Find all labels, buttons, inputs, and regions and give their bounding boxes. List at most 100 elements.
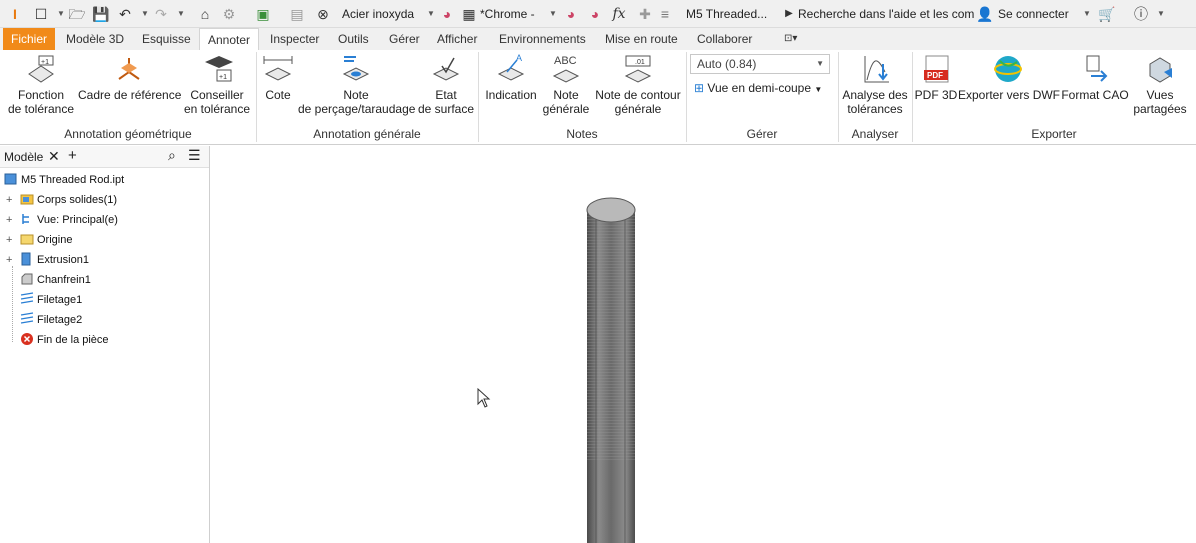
tolerance-analysis-icon — [864, 56, 889, 83]
surface-texture-button[interactable]: Etat de surface — [418, 50, 474, 116]
new-file-icon[interactable]: ☐ — [32, 5, 50, 23]
contour-note-button[interactable]: .01 Note de contour générale — [592, 50, 684, 116]
tree-node-vue-principal[interactable]: Vue: Principal(e) — [20, 211, 118, 229]
tab-esquisse[interactable]: Esquisse — [134, 28, 199, 50]
tab-mise-en-route[interactable]: Mise en route — [597, 28, 686, 50]
select-icon[interactable]: ▤ — [288, 5, 306, 23]
tab-outils[interactable]: Outils — [330, 28, 377, 50]
tab-inspecter[interactable]: Inspecter — [262, 28, 327, 50]
home-icon[interactable]: ⌂ — [196, 5, 214, 23]
threaded-rod-model[interactable] — [211, 146, 1196, 543]
general-note-button[interactable]: ABC Note générale — [542, 50, 590, 116]
color-wheel-icon[interactable]: ◕ — [438, 5, 456, 23]
undo-icon[interactable]: ↶ — [116, 5, 134, 23]
tolerance-analysis-button[interactable]: Analyse des tolérances — [842, 50, 908, 116]
expand-arrow-icon[interactable]: ▶ — [780, 5, 798, 23]
adjust-icon[interactable]: ◕ — [562, 5, 580, 23]
chevron-down-icon[interactable]: ▼ — [1152, 5, 1170, 23]
hole-note-button[interactable]: Note de perçage/taraudage — [298, 50, 415, 116]
ribbon-tabs: Fichier Modèle 3D Esquisse Annoter Inspe… — [0, 28, 1196, 51]
browser-tab-modele[interactable]: Modèle — [4, 150, 43, 164]
parameters-icon[interactable]: fx — [610, 5, 628, 23]
leader-text-button[interactable]: A Indication — [482, 50, 540, 102]
cart-icon[interactable]: 🛒 — [1098, 5, 1116, 23]
close-icon[interactable]: ✕ — [48, 148, 60, 165]
clear-icon[interactable]: ◕ — [586, 5, 604, 23]
help-icon[interactable]: ⓘ — [1132, 5, 1150, 23]
cad-format-icon — [1086, 55, 1108, 82]
plus-icon[interactable]: ✚ — [636, 5, 654, 23]
tab-collaborer[interactable]: Collaborer — [689, 28, 760, 50]
tab-gerer[interactable]: Gérer — [381, 28, 428, 50]
tree-node-extrusion1[interactable]: Extrusion1 — [20, 251, 89, 269]
datum-frame-button[interactable]: Cadre de référence — [78, 50, 181, 102]
appearance-icon[interactable]: ▦ — [460, 5, 478, 23]
auto-scale-select[interactable]: Auto (0.84) ▼ — [690, 54, 830, 74]
tree-node-filetage2[interactable]: Filetage2 — [20, 311, 82, 329]
dwf-globe-icon — [994, 56, 1022, 82]
browser-header: Modèle ✕ + ⌕ ☰ — [0, 146, 209, 168]
dimension-button[interactable]: Cote — [258, 50, 298, 102]
feature-tolerance-button[interactable]: +1 Fonction de tolérance — [6, 50, 76, 116]
quick-access-toolbar: I ☐ ▼ 🗁 💾 ↶ ▼ ↷ ▼ ⌂ ⚙ ▣ ▤ ⊗ Acier inoxyd… — [0, 0, 1196, 28]
customize-icon[interactable]: ≡ — [656, 5, 674, 23]
svg-text:+1: +1 — [219, 74, 227, 81]
tab-modele-3d[interactable]: Modèle 3D — [58, 28, 132, 50]
contour-note-icon: .01 — [624, 55, 652, 83]
svg-text:ABC: ABC — [554, 55, 577, 67]
appearance-select[interactable]: *Chrome - — [480, 0, 535, 28]
panel-title-annotation-generale: Annotation générale — [313, 127, 421, 141]
panel-options-icon[interactable]: ⊡▾ — [776, 28, 805, 50]
thread-icon — [20, 292, 34, 304]
open-folder-icon[interactable]: 🗁 — [68, 5, 86, 23]
project-icon[interactable]: ▣ — [254, 5, 272, 23]
expand-icon[interactable]: + — [6, 231, 12, 249]
tab-environnements[interactable]: Environnements — [491, 28, 594, 50]
chevron-down-icon[interactable]: ▼ — [544, 5, 562, 23]
shared-views-icon — [1149, 57, 1172, 83]
half-section-view-button[interactable]: ⊞ Vue en demi-coupe ▼ — [694, 81, 822, 95]
end-of-part-icon — [21, 333, 33, 345]
graphics-viewport[interactable] — [211, 146, 1196, 543]
menu-icon[interactable]: ☰ — [188, 147, 201, 164]
measure-icon[interactable]: ⊗ — [314, 5, 332, 23]
surface-texture-icon — [432, 57, 460, 81]
shared-views-button[interactable]: Vues partagées — [1132, 50, 1188, 116]
general-note-icon: ABC — [552, 55, 580, 83]
tab-annoter[interactable]: Annoter — [199, 28, 260, 51]
export-dwf-button[interactable]: Exporter vers DWF — [958, 50, 1060, 102]
chevron-down-icon: ▼ — [814, 85, 823, 94]
expand-icon[interactable]: + — [6, 211, 12, 229]
tree-node-corps-solides[interactable]: Corps solides(1) — [20, 191, 117, 209]
mouse-cursor-icon — [477, 388, 491, 408]
tree-node-chanfrein1[interactable]: Chanfrein1 — [20, 271, 91, 289]
extrusion-icon — [21, 252, 31, 266]
help-search-input[interactable]: Recherche dans l'aide et les com — [798, 0, 974, 28]
leader-text-icon: A — [497, 53, 525, 81]
cad-format-button[interactable]: Format CAO — [1060, 50, 1130, 102]
tree-node-filetage1[interactable]: Filetage1 — [20, 291, 82, 309]
tree-node-fin-de-la-piece[interactable]: Fin de la pièce — [20, 331, 109, 349]
redo-icon[interactable]: ↷ — [152, 5, 170, 23]
tolerance-advisor-icon: +1 — [205, 56, 233, 82]
pdf-3d-button[interactable]: PDF PDF 3D — [914, 50, 958, 102]
user-icon[interactable]: 👤 — [976, 5, 994, 23]
panel-title-annotation-geometrique: Annotation géométrique — [64, 127, 192, 141]
folder-icon — [20, 194, 34, 205]
add-tab-icon[interactable]: + — [68, 147, 77, 164]
tree-node-origine[interactable]: Origine — [20, 231, 72, 249]
tab-afficher[interactable]: Afficher — [429, 28, 485, 50]
sign-in-link[interactable]: Se connecter — [998, 0, 1069, 28]
save-icon[interactable]: 💾 — [92, 5, 110, 23]
material-select[interactable]: Acier inoxyda — [342, 0, 414, 28]
chevron-down-icon[interactable]: ▼ — [172, 5, 190, 23]
expand-icon[interactable]: + — [6, 191, 12, 209]
browser-root[interactable]: M5 Threaded Rod.ipt — [4, 171, 124, 189]
tolerance-advisor-button[interactable]: +1 Conseiller en tolérance — [182, 50, 252, 116]
search-icon[interactable]: ⌕ — [168, 147, 176, 164]
model-browser: Modèle ✕ + ⌕ ☰ M5 Threaded Rod.ipt + Cor… — [0, 146, 210, 543]
tab-fichier[interactable]: Fichier — [3, 28, 56, 50]
inventor-logo-icon[interactable]: I — [6, 5, 24, 23]
chevron-down-icon[interactable]: ▼ — [1078, 5, 1096, 23]
update-icon[interactable]: ⚙ — [220, 5, 238, 23]
